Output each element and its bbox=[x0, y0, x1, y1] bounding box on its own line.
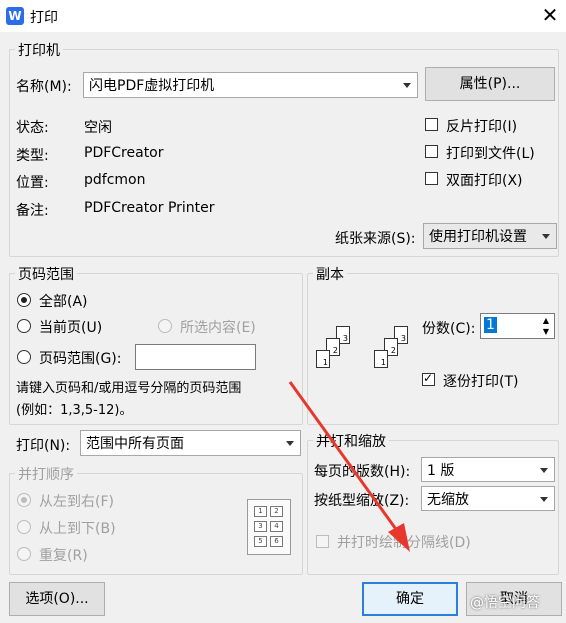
annotation-arrow bbox=[288, 381, 410, 552]
arrow-head bbox=[388, 523, 410, 552]
watermark-text: @悟空问答 bbox=[470, 595, 540, 611]
arrow-shaft bbox=[288, 381, 400, 533]
